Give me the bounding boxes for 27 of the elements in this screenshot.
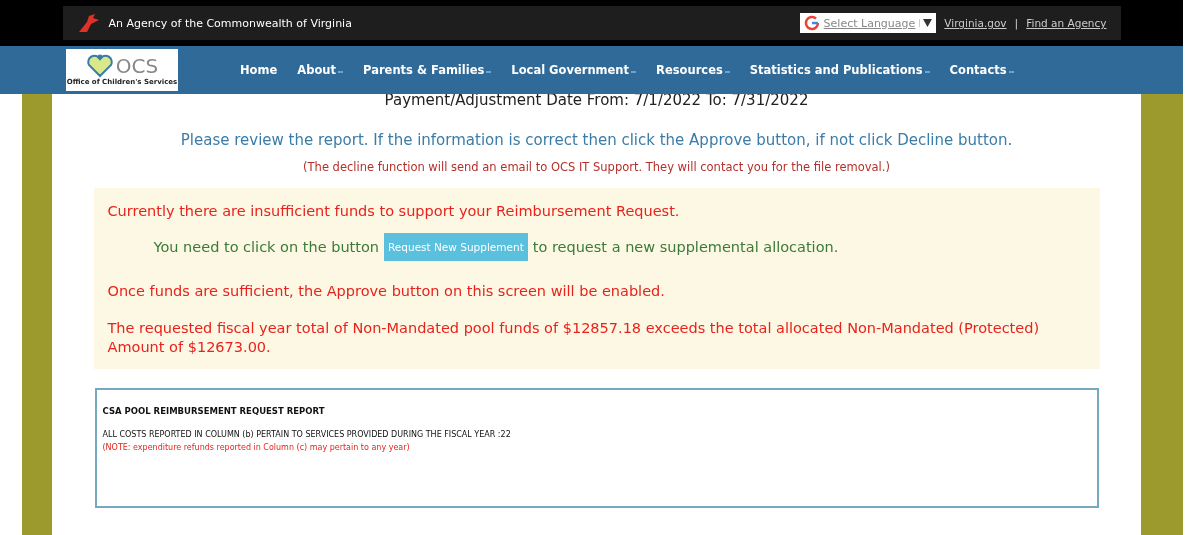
nav-link[interactable]: Local Government bbox=[501, 63, 647, 77]
nav-link[interactable]: Statistics and Publications bbox=[739, 63, 940, 77]
dropdown-arrow-icon bbox=[923, 19, 933, 27]
date-range-text: Payment/Adjustment Date From: 7/1/2022 To: 7/31/2022 bbox=[384, 94, 809, 109]
report-title: CSA POOL REIMBURSEMENT REQUEST REPORT bbox=[102, 406, 326, 416]
heart-logo-icon bbox=[85, 54, 114, 78]
nav-link[interactable]: Contacts bbox=[939, 63, 1024, 77]
nav-link[interactable]: Resources bbox=[646, 63, 740, 77]
exceed-note: The requested fiscal year total of Non-Mandated pool funds of $12857.18 exceeds the total allocated Non-Mandated (Protected) Amount of $12673.00. bbox=[107, 319, 1041, 357]
supplement-text: to request a new supplemental allocation. bbox=[532, 239, 839, 255]
cardinal-logo-icon bbox=[76, 12, 101, 34]
nav-link[interactable]: Parents & Families bbox=[353, 63, 502, 77]
language-select[interactable]: Select Language bbox=[799, 13, 937, 33]
supplement-text: You need to click on the button bbox=[153, 239, 380, 255]
instruction-text: Please review the report. If the information is correct then click the Approve button, if not click Decline button. bbox=[180, 131, 1013, 149]
top-link[interactable]: Virginia.gov bbox=[944, 17, 1007, 29]
enable-note: Once funds are sufficient, the Approve button on this screen will be enabled. bbox=[107, 282, 666, 301]
report-note: (NOTE: expenditure refunds reported in Column (c) may pertain to any year) bbox=[102, 443, 411, 452]
agency-text: An Agency of the Commonwealth of Virginia bbox=[108, 16, 352, 30]
google-icon bbox=[803, 15, 820, 31]
link-separator: | bbox=[1014, 16, 1019, 30]
nav-link[interactable]: About bbox=[287, 63, 354, 77]
nav-link[interactable]: Home bbox=[230, 63, 288, 77]
alert-headline: Currently there are insufficient funds to support your Reimbursement Request. bbox=[107, 202, 681, 221]
top-link[interactable]: Find an Agency bbox=[1026, 17, 1107, 29]
decline-note: (The decline function will send an email to OCS IT Support. They will contact you for the file removal.) bbox=[303, 160, 890, 174]
fiscal-year-text: ALL COSTS REPORTED IN COLUMN (b) PERTAIN TO SERVICES PROVIDED DURING THE FISCAL YEAR :22 bbox=[102, 430, 512, 439]
